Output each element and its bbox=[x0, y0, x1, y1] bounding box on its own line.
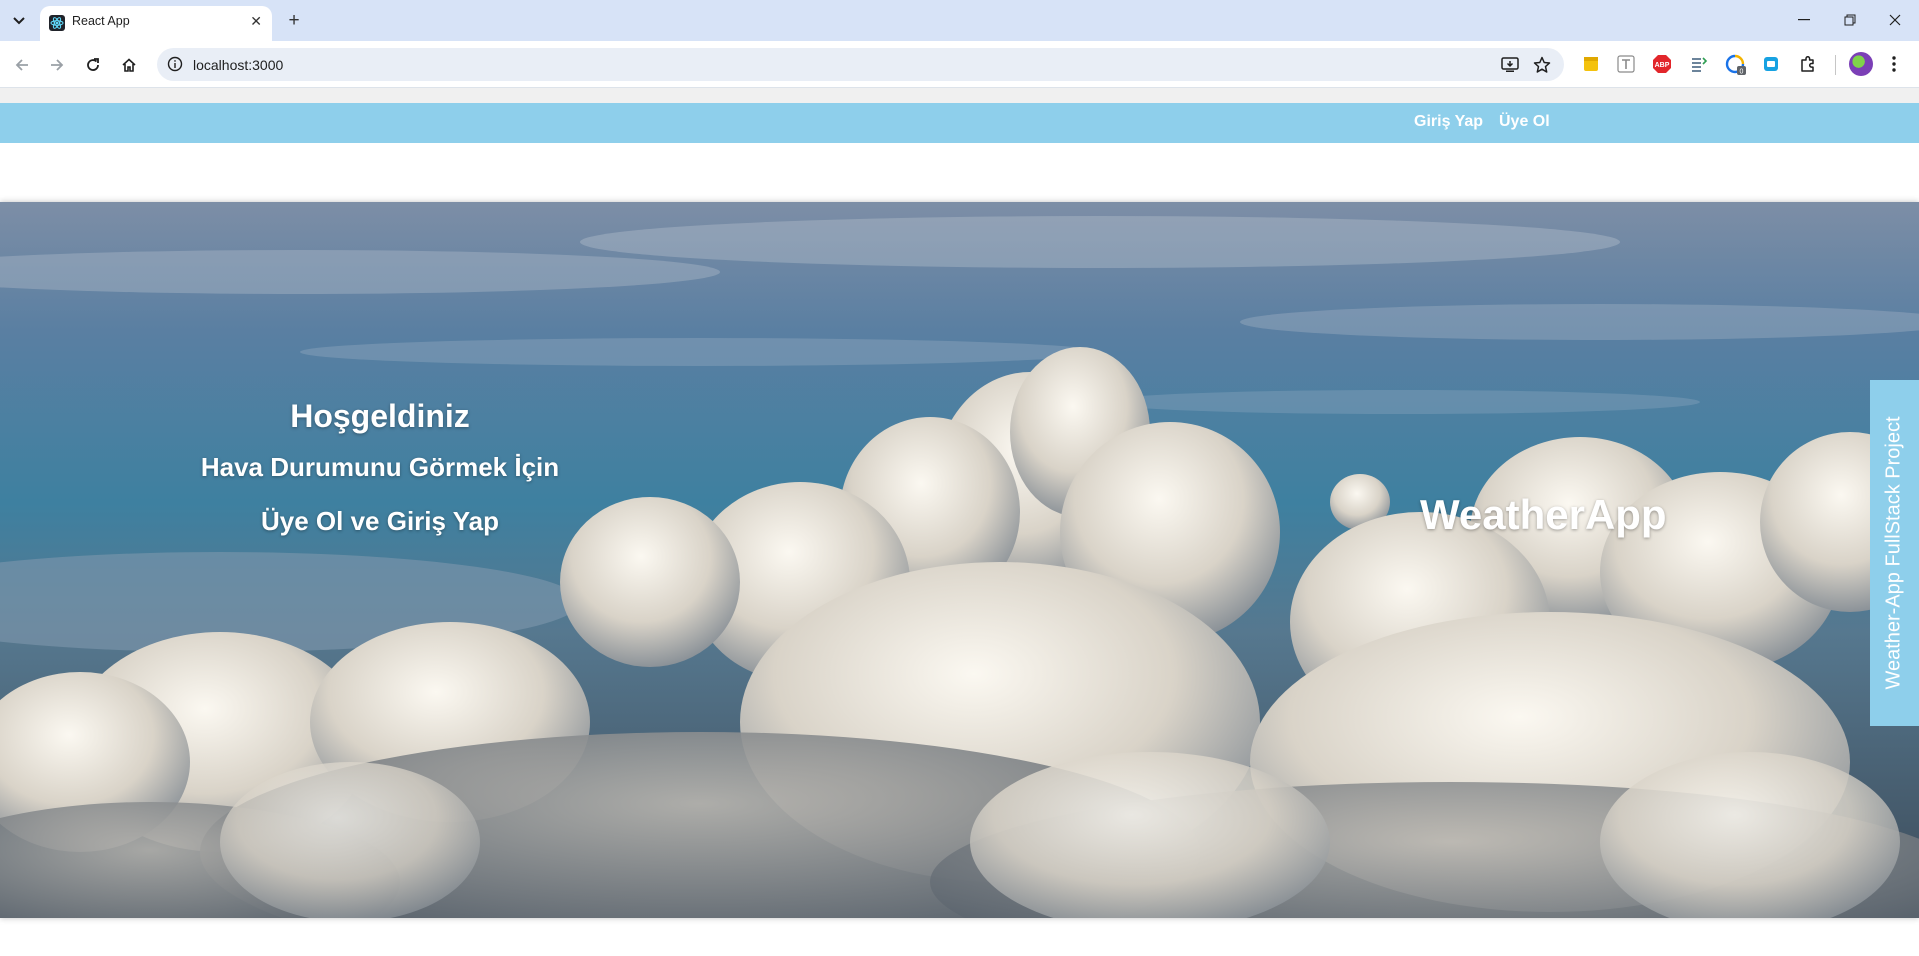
back-arrow-icon[interactable] bbox=[9, 52, 35, 78]
puzzle-icon[interactable] bbox=[1797, 53, 1819, 75]
text-extension-icon[interactable] bbox=[1615, 53, 1637, 75]
tab-title: React App bbox=[72, 14, 130, 28]
adblock-label: ABP bbox=[1655, 62, 1670, 69]
profile-avatar[interactable] bbox=[1849, 52, 1873, 76]
project-side-tab-label: Weather-App FullStack Project bbox=[1882, 416, 1905, 690]
install-app-icon[interactable] bbox=[1500, 55, 1520, 75]
page-top-strip bbox=[0, 88, 1919, 103]
browser-tabstrip: React App ✕ + bbox=[0, 0, 1919, 41]
minimize-window-icon[interactable] bbox=[1789, 8, 1819, 32]
browser-menu-kebab-icon[interactable] bbox=[1882, 52, 1906, 76]
url-text: localhost:3000 bbox=[193, 57, 284, 73]
loader-badge: 0 bbox=[1740, 69, 1744, 76]
project-side-tab[interactable]: Weather-App FullStack Project bbox=[1870, 380, 1919, 726]
notes-extension-icon[interactable] bbox=[1580, 53, 1602, 75]
new-tab-plus-icon[interactable]: + bbox=[281, 8, 307, 34]
toolbar-divider bbox=[1835, 55, 1836, 75]
site-navbar: Giriş Yap Üye Ol bbox=[0, 103, 1919, 143]
welcome-line-2: Üye Ol ve Giriş Yap bbox=[261, 506, 499, 536]
welcome-title: Hoşgeldiniz bbox=[290, 398, 470, 434]
reload-icon[interactable] bbox=[80, 52, 106, 78]
bookmark-star-icon[interactable] bbox=[1532, 55, 1552, 75]
loader-extension-icon[interactable]: 0 bbox=[1724, 53, 1746, 75]
login-nav-link[interactable]: Giriş Yap bbox=[1414, 113, 1483, 131]
list-extension-icon[interactable] bbox=[1688, 53, 1710, 75]
signup-nav-link[interactable]: Üye Ol bbox=[1499, 113, 1550, 131]
clouds-background-image bbox=[0, 202, 1919, 918]
screen-extension-icon[interactable] bbox=[1760, 53, 1782, 75]
tab-close-icon[interactable]: ✕ bbox=[250, 13, 262, 30]
home-icon[interactable] bbox=[116, 52, 142, 78]
tab-search-chevron-icon[interactable] bbox=[6, 8, 32, 34]
adblock-extension-icon[interactable]: ABP bbox=[1651, 53, 1673, 75]
close-window-icon[interactable] bbox=[1880, 8, 1910, 32]
restore-window-icon[interactable] bbox=[1835, 8, 1865, 32]
forward-arrow-icon[interactable] bbox=[44, 52, 70, 78]
brand-title: WeatherApp bbox=[1420, 491, 1667, 538]
react-favicon-icon bbox=[49, 15, 65, 31]
browser-toolbar: localhost:3000 ABP 0 bbox=[0, 41, 1919, 88]
hero-banner: Hoşgeldiniz Hava Durumunu Görmek İçin Üy… bbox=[0, 202, 1919, 918]
site-info-icon[interactable] bbox=[167, 56, 183, 72]
welcome-line-1: Hava Durumunu Görmek İçin bbox=[200, 452, 560, 482]
address-bar[interactable]: localhost:3000 bbox=[157, 48, 1564, 81]
browser-tab-active[interactable]: React App ✕ bbox=[40, 6, 272, 41]
